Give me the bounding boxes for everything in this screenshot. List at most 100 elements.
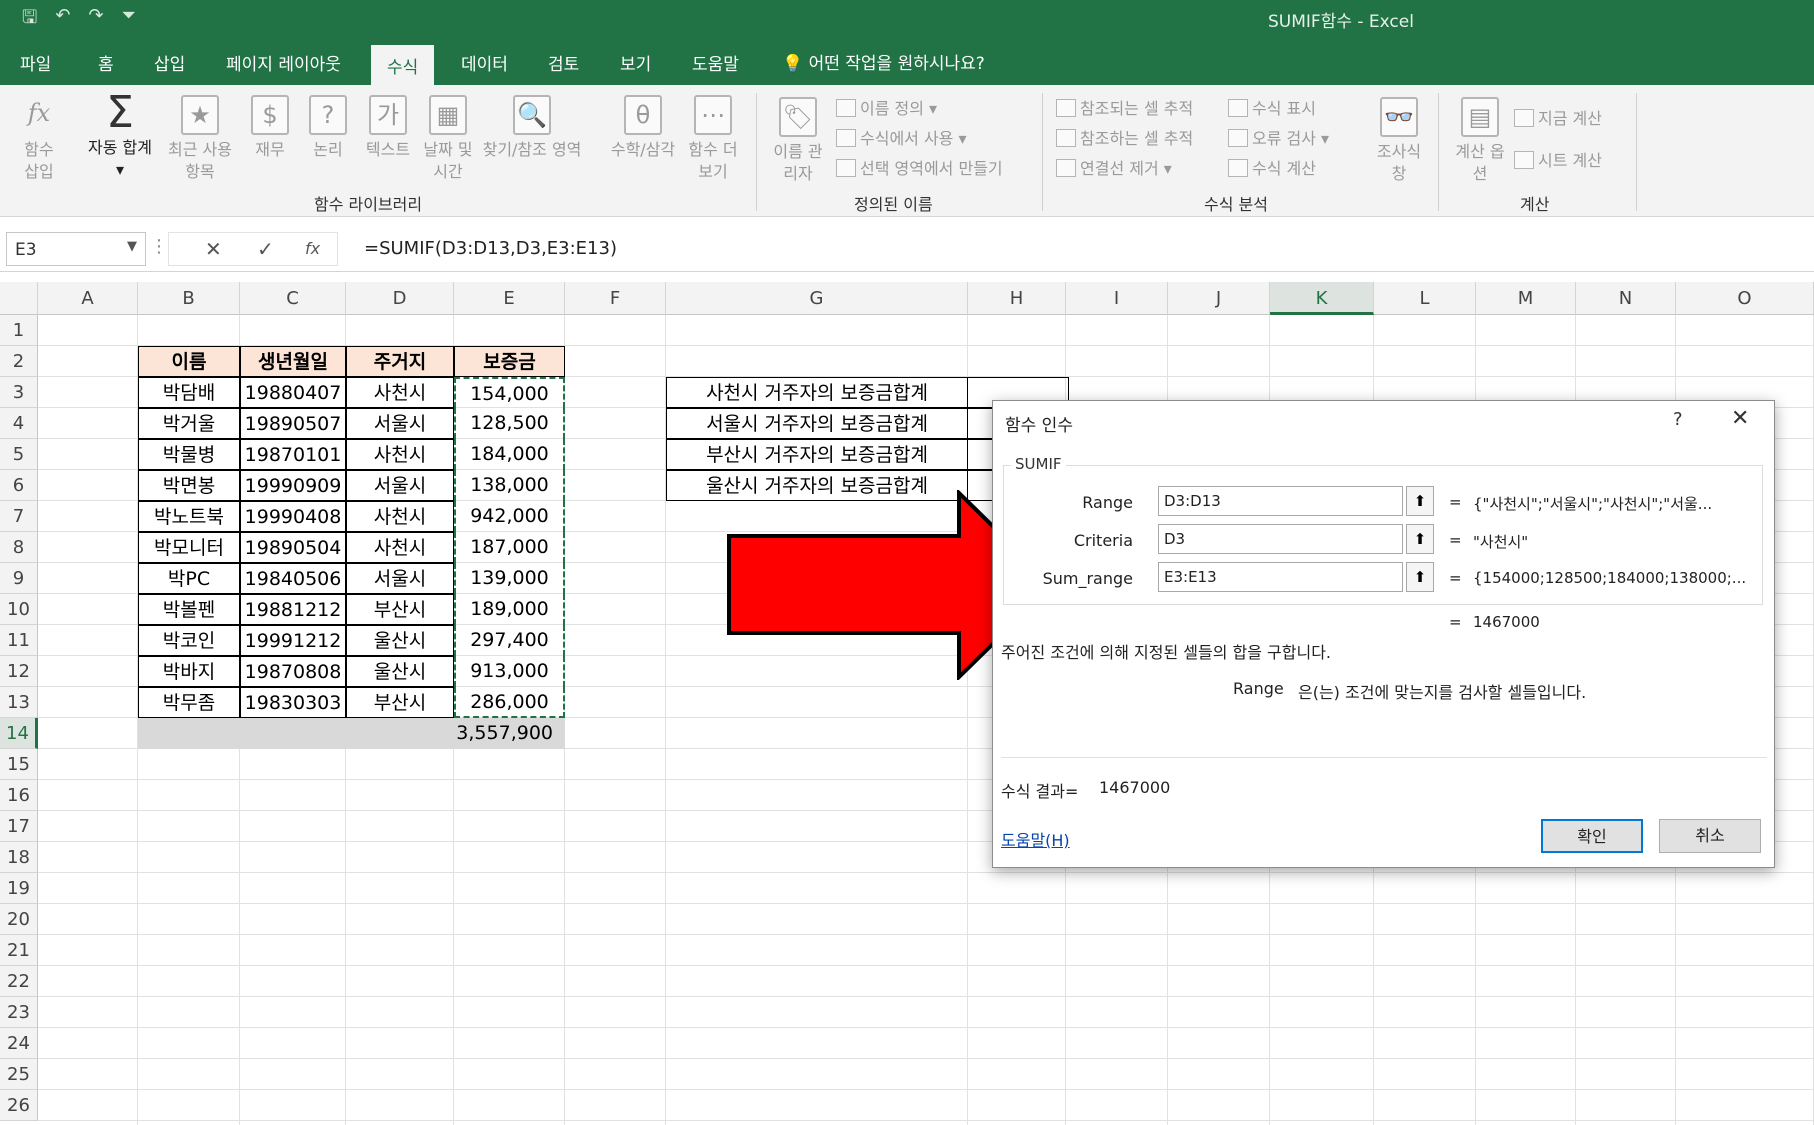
table-cell[interactable]: 189,000	[454, 594, 565, 625]
row-header-25[interactable]: 25	[0, 1059, 38, 1090]
table-cell[interactable]: 19990909	[240, 470, 346, 501]
insert-function-icon[interactable]: fx	[305, 239, 320, 258]
undo-icon[interactable]: ↶	[55, 5, 70, 35]
row-header-18[interactable]: 18	[0, 842, 38, 873]
row-header-9[interactable]: 9	[0, 563, 38, 594]
row-header-4[interactable]: 4	[0, 408, 38, 439]
row-header-22[interactable]: 22	[0, 966, 38, 997]
row-header-16[interactable]: 16	[0, 780, 38, 811]
table-cell[interactable]: 박바지	[138, 656, 240, 687]
name-box[interactable]: E3 ▼	[6, 232, 146, 266]
calc-options-button[interactable]: ▤ 계산 옵션	[1452, 97, 1508, 185]
calc-now-button[interactable]: 지금 계산	[1514, 105, 1602, 129]
table-cell[interactable]: 박면봉	[138, 470, 240, 501]
insert-function-button[interactable]: fx 함수 삽입	[14, 95, 64, 183]
close-icon[interactable]: ✕	[1731, 406, 1749, 431]
formula-bar-grip-icon[interactable]: ⋮	[150, 236, 168, 257]
trace-dependents-button[interactable]: 참조하는 셀 추적	[1056, 125, 1193, 149]
column-header-d[interactable]: D	[346, 282, 454, 315]
table-cell[interactable]: 박거울	[138, 408, 240, 439]
table-header-cell[interactable]: 주거지	[346, 346, 454, 377]
column-header-h[interactable]: H	[968, 282, 1066, 315]
recent-used-button[interactable]: ★ 최근 사용 항목	[160, 95, 240, 183]
tab-insert[interactable]: 삽입	[154, 50, 185, 75]
row-header-19[interactable]: 19	[0, 873, 38, 904]
select-all-corner[interactable]	[0, 282, 38, 315]
help-link[interactable]: 도움말(H)	[1001, 827, 1070, 851]
column-header-a[interactable]: A	[38, 282, 138, 315]
row-header-17[interactable]: 17	[0, 811, 38, 842]
column-header-e[interactable]: E	[454, 282, 565, 315]
row-header-11[interactable]: 11	[0, 625, 38, 656]
table-cell[interactable]: 박노트북	[138, 501, 240, 532]
help-icon[interactable]: ?	[1673, 409, 1683, 430]
table-cell[interactable]: 사천시	[346, 501, 454, 532]
table-cell[interactable]: 154,000	[454, 377, 565, 408]
row-header-15[interactable]: 15	[0, 749, 38, 780]
table-cell[interactable]: 297,400	[454, 625, 565, 656]
cancel-button[interactable]: 취소	[1659, 819, 1761, 853]
column-header-f[interactable]: F	[565, 282, 666, 315]
table-cell[interactable]: 187,000	[454, 532, 565, 563]
enter-check-icon[interactable]: ✓	[257, 237, 274, 261]
table-cell[interactable]: 913,000	[454, 656, 565, 687]
more-functions-button[interactable]: ⋯ 함수 더 보기	[686, 95, 740, 183]
column-header-j[interactable]: J	[1168, 282, 1270, 315]
row-header-3[interactable]: 3	[0, 377, 38, 408]
table-cell[interactable]: 19870101	[240, 439, 346, 470]
row-header-10[interactable]: 10	[0, 594, 38, 625]
name-manager-button[interactable]: 🏷 이름 관리자	[770, 97, 826, 185]
define-name-button[interactable]: 이름 정의 ▾	[836, 95, 937, 119]
row-header-26[interactable]: 26	[0, 1090, 38, 1121]
redo-icon[interactable]: ↷	[88, 5, 103, 35]
total-cell[interactable]: 3,557,900	[454, 718, 553, 749]
show-formulas-button[interactable]: 수식 표시	[1228, 95, 1316, 119]
table-cell[interactable]: 울산시	[346, 656, 454, 687]
row-header-23[interactable]: 23	[0, 997, 38, 1028]
table-cell[interactable]: 박모니터	[138, 532, 240, 563]
column-header-l[interactable]: L	[1374, 282, 1476, 315]
trace-precedents-button[interactable]: 참조되는 셀 추적	[1056, 95, 1193, 119]
table-cell[interactable]: 사천시	[346, 377, 454, 408]
datetime-button[interactable]: ▦ 날짜 및 시간	[418, 95, 478, 183]
table-cell[interactable]: 286,000	[454, 687, 565, 718]
column-header-i[interactable]: I	[1066, 282, 1168, 315]
table-cell[interactable]: 19890504	[240, 532, 346, 563]
cancel-icon[interactable]: ✕	[205, 237, 222, 261]
table-header-cell[interactable]: 보증금	[454, 346, 565, 377]
column-header-c[interactable]: C	[240, 282, 346, 315]
table-cell[interactable]: 19840506	[240, 563, 346, 594]
watch-window-button[interactable]: 👓 조사식 창	[1370, 97, 1428, 185]
row-header-8[interactable]: 8	[0, 532, 38, 563]
save-icon[interactable]: 🖫	[22, 5, 37, 35]
row-header-7[interactable]: 7	[0, 501, 38, 532]
table-cell[interactable]: 박PC	[138, 563, 240, 594]
table-header-cell[interactable]: 이름	[138, 346, 240, 377]
table-cell[interactable]: 사천시	[346, 439, 454, 470]
tab-formulas[interactable]: 수식	[371, 45, 435, 85]
tab-review[interactable]: 검토	[548, 50, 579, 75]
table-cell[interactable]: 138,000	[454, 470, 565, 501]
table-cell[interactable]: 서울시	[346, 408, 454, 439]
table-cell[interactable]: 박코인	[138, 625, 240, 656]
table-cell[interactable]: 부산시	[346, 594, 454, 625]
column-header-m[interactable]: M	[1476, 282, 1576, 315]
table-cell[interactable]: 울산시	[346, 625, 454, 656]
error-checking-button[interactable]: 오류 검사 ▾	[1228, 125, 1329, 149]
summary-label-cell[interactable]: 서울시 거주자의 보증금합계	[666, 408, 968, 439]
summary-label-cell[interactable]: 부산시 거주자의 보증금합계	[666, 439, 968, 470]
table-cell[interactable]: 19991212	[240, 625, 346, 656]
table-cell[interactable]: 부산시	[346, 687, 454, 718]
table-cell[interactable]: 19990408	[240, 501, 346, 532]
chevron-down-icon[interactable]: ▼	[127, 239, 137, 254]
table-cell[interactable]: 사천시	[346, 532, 454, 563]
row-header-20[interactable]: 20	[0, 904, 38, 935]
table-cell[interactable]: 128,500	[454, 408, 565, 439]
ok-button[interactable]: 확인	[1541, 819, 1643, 853]
evaluate-formula-button[interactable]: 수식 계산	[1228, 155, 1316, 179]
autosum-button[interactable]: Σ 자동 합계 ▾	[80, 91, 160, 181]
row-header-2[interactable]: 2	[0, 346, 38, 377]
column-header-o[interactable]: O	[1676, 282, 1814, 315]
row-header-1[interactable]: 1	[0, 315, 38, 346]
table-cell[interactable]: 박물병	[138, 439, 240, 470]
